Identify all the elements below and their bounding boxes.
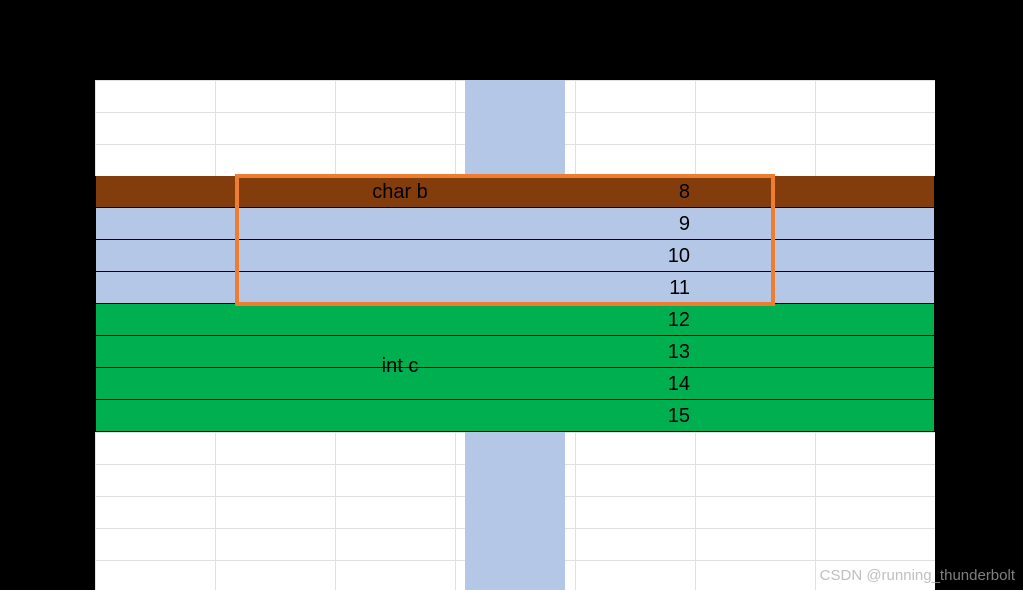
offset-14: 14 xyxy=(570,368,700,400)
label-int-c: int c xyxy=(345,350,455,382)
offset-11: 11 xyxy=(570,272,700,304)
mem-cell-14-int-c xyxy=(95,368,935,400)
offset-15: 15 xyxy=(570,400,700,432)
mem-cell-13-int-c xyxy=(95,336,935,368)
mem-cell-9-padding xyxy=(95,208,935,240)
offset-9: 9 xyxy=(570,208,700,240)
spreadsheet-grid: char b int c 8 9 10 11 12 13 14 15 xyxy=(95,80,935,590)
mem-cell-11-padding xyxy=(95,272,935,304)
label-char-b: char b xyxy=(345,176,455,208)
watermark: CSDN @running_thunderbolt xyxy=(820,567,1015,584)
offset-10: 10 xyxy=(570,240,700,272)
offset-13: 13 xyxy=(570,336,700,368)
offset-8: 8 xyxy=(570,176,700,208)
mem-cell-12-int-c xyxy=(95,304,935,336)
mem-cell-8-char-b xyxy=(95,176,935,208)
mem-cell-15-int-c xyxy=(95,400,935,432)
mem-cell-10-padding xyxy=(95,240,935,272)
offset-12: 12 xyxy=(570,304,700,336)
